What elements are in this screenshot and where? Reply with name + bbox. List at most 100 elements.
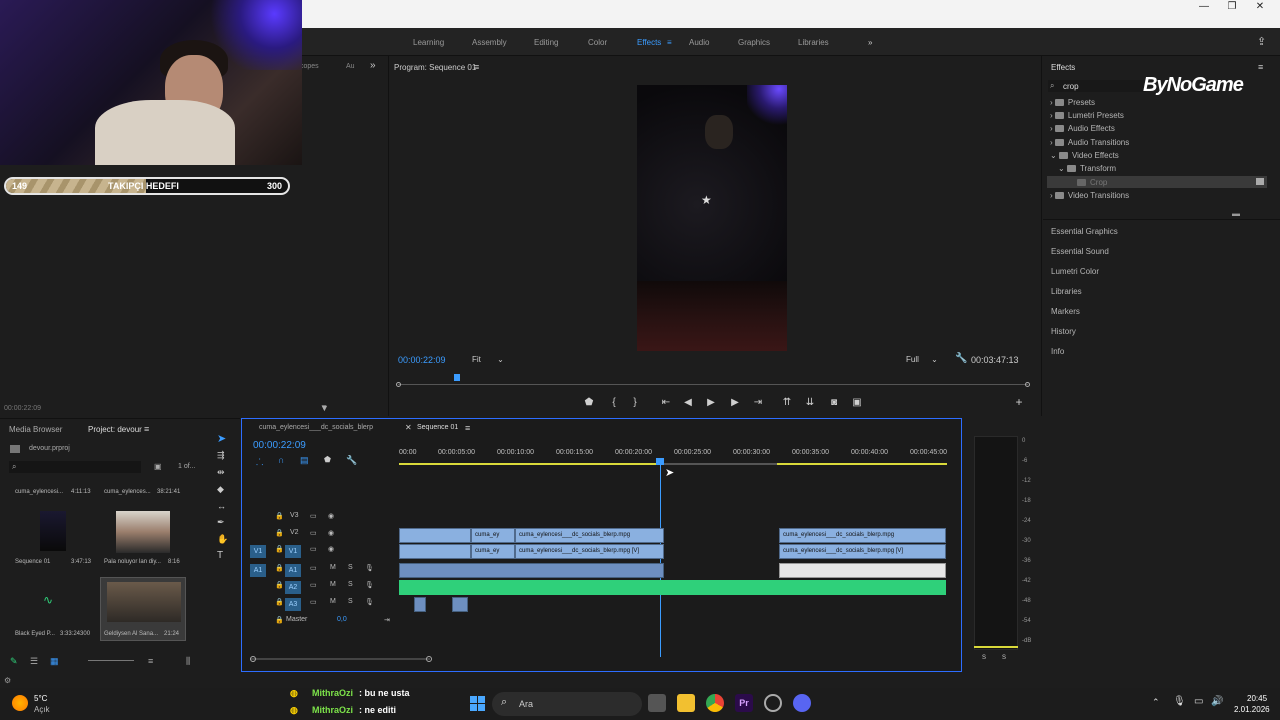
tree-video-effects[interactable]: ⌄ Video Effects [1050, 151, 1119, 160]
scrub-start-handle[interactable] [396, 382, 401, 387]
tree-video-transitions[interactable]: › Video Transitions [1050, 191, 1129, 200]
section-history[interactable]: History [1051, 327, 1076, 336]
workspace-libraries[interactable]: Libraries [798, 38, 829, 47]
hamburger-icon[interactable]: ≡ [144, 424, 149, 434]
scroll-handle-right[interactable] [426, 656, 432, 662]
workspace-graphics[interactable]: Graphics [738, 38, 770, 47]
tab-clip-sequence[interactable]: cuma_eylencesi___dc_socials_blerp [259, 424, 373, 431]
project-item-name[interactable]: Geldiysen Al Sana... [104, 631, 158, 637]
wrench-icon[interactable]: 🔧 [346, 455, 357, 466]
chevron-right-icon[interactable]: » [370, 60, 376, 71]
tab-project[interactable]: Project: devour [88, 425, 142, 434]
camera-icon[interactable]: ◙ [827, 397, 841, 408]
go-to-out-icon[interactable]: ⇥ [751, 397, 765, 408]
automate-icon[interactable]: ⫼ [186, 656, 190, 667]
clock-date[interactable]: 2.01.2026 [1234, 705, 1270, 714]
timeline-timecode[interactable]: 00:00:22:09 [253, 440, 306, 451]
workspace-effects[interactable]: Effects [637, 38, 661, 47]
chevron-right-icon[interactable]: » [868, 38, 872, 47]
microphone-icon[interactable]: 🎙 [365, 581, 374, 589]
section-markers[interactable]: Markers [1051, 307, 1080, 316]
clip-v1-b[interactable]: cuma_eylencesi___dc_socials_blerp.mpg [V… [515, 544, 664, 559]
solo-right[interactable]: S [1002, 655, 1006, 661]
clip-v1-segments[interactable] [399, 544, 471, 559]
hamburger-icon[interactable]: ≡ [474, 62, 479, 72]
quality-select[interactable]: Full ⌄ [906, 355, 938, 364]
type-tool-icon[interactable]: T [217, 550, 231, 561]
microphone-icon[interactable]: 🎙 [365, 564, 374, 572]
eye-icon[interactable]: ◉ [328, 512, 334, 520]
sync-icon[interactable]: ▭ [310, 598, 317, 606]
clip-a1-audio-selected[interactable] [779, 563, 946, 578]
scrub-end-handle[interactable] [1025, 382, 1030, 387]
lock-icon[interactable]: 🔒 [275, 545, 284, 553]
workspace-editing[interactable]: Editing [534, 38, 558, 47]
pencil-icon[interactable]: ✎ [10, 656, 18, 667]
slip-icon[interactable]: ↔ [217, 501, 231, 511]
lock-icon[interactable]: 🔒 [275, 512, 284, 520]
eye-icon[interactable]: ◉ [328, 545, 334, 553]
sync-icon[interactable]: ▭ [310, 581, 317, 589]
tab-media-browser[interactable]: Media Browser [9, 425, 62, 434]
project-item-name[interactable]: cuma_eylences... [104, 489, 151, 495]
hamburger-icon[interactable]: ≡ [1258, 62, 1263, 72]
close-button[interactable]: ✕ [1246, 0, 1274, 14]
mute-button[interactable]: M [330, 581, 336, 588]
clip-a3-audio[interactable] [414, 597, 426, 612]
microphone-icon[interactable]: 🎙 [365, 598, 374, 606]
source-patch-v1[interactable]: V1 [250, 545, 266, 558]
windows-start-icon[interactable] [470, 696, 485, 711]
lift-icon[interactable]: ⇈ [780, 397, 794, 408]
clock-time[interactable]: 20:45 [1247, 694, 1267, 703]
audio-waveform-icon[interactable]: ∿ [43, 593, 63, 607]
solo-button[interactable]: S [348, 598, 353, 605]
tree-presets[interactable]: › Presets [1050, 98, 1095, 107]
step-back-icon[interactable]: ◀ [681, 397, 695, 408]
audio-tab[interactable]: Au [346, 63, 355, 70]
play-icon[interactable]: ▶ [704, 397, 718, 408]
extract-icon[interactable]: ⇊ [803, 397, 817, 408]
snap-icon[interactable]: ⸫ [256, 455, 263, 468]
project-item-name[interactable]: Pala noluyor lan diy... [104, 559, 161, 565]
tree-transform[interactable]: ⌄ Transform [1058, 164, 1116, 173]
tree-audio-effects[interactable]: › Audio Effects [1050, 124, 1115, 133]
steam-icon[interactable] [764, 694, 782, 712]
clip-v2-segments[interactable] [399, 528, 471, 543]
track-label[interactable]: A1 [285, 564, 301, 577]
track-label[interactable]: A2 [285, 581, 301, 594]
sort-icon[interactable]: ≡ [148, 656, 153, 666]
taskbar-search[interactable]: ⌕ Ara [492, 692, 642, 716]
lock-icon[interactable]: 🔒 [275, 598, 284, 606]
discord-icon[interactable] [793, 694, 811, 712]
scopes-tab[interactable]: copes [300, 63, 319, 70]
tab-sequence-01[interactable]: Sequence 01 [417, 424, 458, 431]
lock-icon[interactable]: 🔒 [275, 616, 284, 624]
lock-icon[interactable]: 🔒 [275, 564, 284, 572]
tree-audio-transitions[interactable]: › Audio Transitions [1050, 138, 1129, 147]
clip-v2-c[interactable]: cuma_eylencesi___dc_socials_blerp.mpg [779, 528, 946, 543]
section-essential-graphics[interactable]: Essential Graphics [1051, 227, 1118, 236]
hamburger-icon[interactable]: ≡ [667, 38, 672, 47]
step-forward-icon[interactable]: ▶ [728, 397, 742, 408]
workspace-audio[interactable]: Audio [689, 38, 709, 47]
go-to-in-icon[interactable]: ⇤ [659, 397, 673, 408]
chevron-up-icon[interactable]: ⌃ [1152, 697, 1160, 708]
track-label[interactable]: V1 [285, 545, 301, 558]
pen-icon[interactable]: ✒ [217, 517, 231, 528]
track-select-icon[interactable]: ⇶ [217, 450, 231, 461]
ripple-edit-icon[interactable]: ⇹ [217, 467, 231, 478]
new-bin-icon[interactable]: ▬ [1232, 209, 1240, 218]
sequence-thumbnail[interactable] [40, 511, 66, 551]
timeline-playhead-head[interactable] [656, 458, 664, 465]
program-timecode[interactable]: 00:00:22:09 [398, 355, 446, 365]
compare-icon[interactable]: ▣ [850, 397, 864, 408]
filter-icon[interactable]: ▼ [320, 403, 329, 413]
close-icon[interactable]: ✕ [405, 423, 412, 432]
eye-icon[interactable]: ◉ [328, 529, 334, 537]
track-label[interactable]: A3 [285, 598, 301, 611]
minimize-button[interactable]: — [1190, 0, 1218, 14]
master-value[interactable]: 0,0 [337, 616, 347, 623]
sync-icon[interactable]: ▭ [310, 529, 317, 537]
razor-icon[interactable]: ◆ [217, 484, 231, 495]
workspace-learning[interactable]: Learning [413, 38, 444, 47]
